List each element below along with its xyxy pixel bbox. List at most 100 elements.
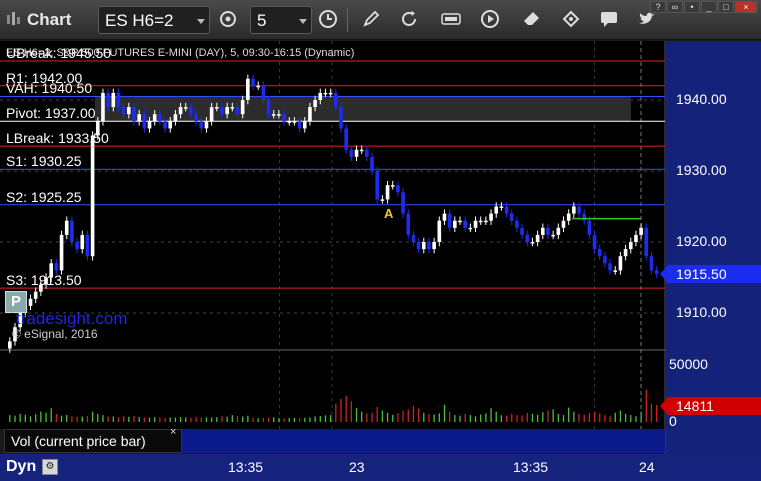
pencil-icon[interactable] (360, 8, 382, 30)
candle-body (152, 114, 157, 122)
candle-body (80, 234, 85, 250)
minimize-button[interactable]: _ (701, 1, 717, 13)
candle-body (546, 227, 550, 235)
candle-body (287, 121, 292, 123)
time-axis-tick: 13:35 (513, 459, 549, 475)
pivot-level-label: S1: 1930.25 (6, 153, 82, 170)
candle-body (178, 107, 183, 115)
clock-icon[interactable] (317, 8, 339, 30)
volume-axis-tick: 50000 (669, 355, 708, 372)
candle-body (406, 213, 411, 235)
volume-axis-tick: 0 (669, 413, 677, 429)
refresh-icon[interactable] (398, 8, 420, 30)
candle-body (603, 256, 607, 264)
candle-body (370, 156, 374, 171)
candle-body (33, 291, 38, 299)
price-axis-tick: 1930.00 (676, 162, 727, 178)
candle-body (484, 220, 488, 223)
candle-body (566, 213, 571, 221)
candle-body (618, 256, 623, 271)
link-button[interactable]: ∞ (667, 1, 683, 13)
interval-field[interactable]: 5 (250, 6, 312, 34)
p-tag[interactable]: P (5, 291, 27, 313)
pivot-level-label: S2: 1925.25 (6, 188, 82, 205)
candle-body (592, 234, 597, 250)
candle-body (75, 242, 79, 250)
eraser-icon[interactable] (521, 8, 543, 30)
pivot-level-label: LBreak: 1933.50 (6, 130, 109, 147)
chevron-down-icon[interactable] (299, 19, 307, 24)
candle-body (266, 100, 271, 115)
candle-body (246, 78, 250, 100)
help-button[interactable]: ? (650, 1, 666, 13)
time-axis-tick: 13:35 (228, 459, 264, 475)
candle-body (106, 92, 110, 108)
candle-body (225, 107, 229, 115)
candle-body (168, 121, 173, 129)
symbol-field[interactable]: ES H6=2 (98, 6, 210, 34)
candle-body (473, 220, 478, 228)
dynamic-label[interactable]: Dyn (6, 458, 36, 476)
candle-body (302, 121, 307, 129)
chat-icon[interactable] (598, 8, 620, 30)
get-icon[interactable] (440, 8, 462, 30)
candle-body (556, 227, 561, 235)
candle-body (634, 234, 638, 242)
copyright-text: © eSignal, 2016 (12, 327, 98, 341)
volume-legend-close-icon[interactable]: × (170, 426, 176, 438)
play-icon[interactable] (479, 8, 501, 30)
candle-body (323, 92, 328, 95)
candle-body (380, 199, 385, 201)
chart-canvas[interactable]: A (0, 41, 761, 481)
settings-icon[interactable]: ⚙ (42, 459, 58, 475)
candle-body (70, 220, 74, 242)
candle-body (509, 213, 514, 221)
candle-body (220, 107, 224, 115)
pivot-level-label: UBreak: 1945.50 (6, 44, 112, 61)
candle-body (230, 107, 235, 109)
candle-body (334, 92, 338, 108)
candle-body (411, 234, 416, 242)
candle-body (447, 213, 452, 228)
tag-icon[interactable] (560, 8, 582, 30)
candle-body (416, 242, 421, 250)
candle-body (277, 114, 281, 116)
chevron-down-icon[interactable] (197, 19, 205, 24)
chart-area[interactable]: A ES H6=2, S&P 500 FUTURES E-MINI (DAY),… (0, 41, 761, 481)
candle-body (261, 85, 266, 100)
crosshair-gear-icon[interactable] (217, 8, 239, 30)
candle-body (209, 107, 214, 122)
volume-panel-bg (0, 351, 666, 429)
candle-body (101, 92, 105, 122)
candle-body (354, 149, 359, 157)
candle-body (308, 107, 312, 122)
candle-body (147, 121, 152, 129)
candle-body (189, 107, 193, 115)
candle-body (421, 242, 426, 250)
candle-body (85, 234, 90, 257)
toolbar-separator (347, 8, 348, 32)
candle-body (375, 171, 380, 200)
pin-button[interactable]: • (684, 1, 700, 13)
maximize-button[interactable]: □ (718, 1, 734, 13)
candle-body (183, 107, 188, 109)
candle-body (313, 100, 317, 108)
candle-body (90, 135, 95, 257)
candle-body (359, 149, 364, 152)
candle-body (623, 249, 628, 257)
marker-label: A (384, 206, 394, 221)
candle-body (442, 213, 447, 221)
candle-body (163, 121, 167, 129)
symbol-value: ES H6=2 (105, 11, 174, 30)
candle-body (121, 107, 126, 115)
pivot-level-label: Pivot: 1937.00 (6, 105, 96, 122)
candle-body (349, 149, 354, 157)
candle-body (478, 220, 483, 223)
candle-body (204, 121, 209, 129)
candle-body (64, 220, 69, 235)
price-axis-tick: 1910.00 (676, 304, 727, 320)
volume-legend[interactable]: Vol (current price bar) (4, 429, 182, 453)
close-button[interactable]: × (735, 1, 757, 13)
candle-body (390, 185, 395, 187)
candle-body (535, 234, 540, 242)
